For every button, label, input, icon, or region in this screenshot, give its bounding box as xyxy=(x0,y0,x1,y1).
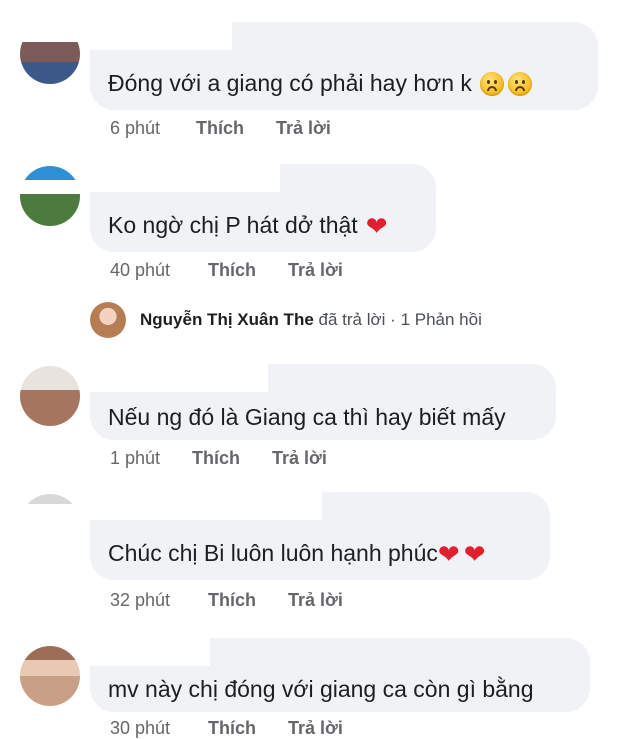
avatar xyxy=(90,302,126,338)
reply-button[interactable]: Trả lời xyxy=(272,448,327,469)
like-button[interactable]: Thích xyxy=(208,590,256,611)
comment-text: Ko ngờ chị P hát dở thật ❤ xyxy=(108,210,388,241)
heart-icon: ❤ xyxy=(437,538,460,569)
hidden-name-mask xyxy=(90,164,280,192)
avatar[interactable] xyxy=(20,24,80,84)
hidden-name-mask xyxy=(90,492,322,520)
comment-bubble[interactable]: Nếu ng đó là Giang ca thì hay biết mấy xyxy=(90,364,556,440)
like-button[interactable]: Thích xyxy=(196,118,244,139)
timestamp[interactable]: 32 phút xyxy=(110,590,170,611)
timestamp[interactable]: 6 phút xyxy=(110,118,160,139)
like-button[interactable]: Thích xyxy=(208,260,256,281)
comment-text: Chúc chị Bi luôn luôn hạnh phúc ❤ ❤ xyxy=(108,538,486,569)
comment-bubble[interactable]: mv này chị đóng với giang ca còn gì bằng xyxy=(90,638,590,712)
comment-bubble[interactable]: Đóng với a giang có phải hay hơn k xyxy=(90,22,598,110)
hidden-name-mask xyxy=(90,638,210,666)
heart-icon: ❤ xyxy=(463,538,486,569)
comment-bubble[interactable]: Chúc chị Bi luôn luôn hạnh phúc ❤ ❤ xyxy=(90,492,550,580)
reply-count: 1 Phản hồi xyxy=(400,310,482,329)
sad-face-icon xyxy=(507,71,532,96)
comment-text: mv này chị đóng với giang ca còn gì bằng xyxy=(108,676,534,702)
heart-icon: ❤ xyxy=(365,210,388,241)
avatar[interactable] xyxy=(20,646,80,706)
reply-button[interactable]: Trả lời xyxy=(276,118,331,139)
hidden-name-mask xyxy=(90,22,232,50)
reply-button[interactable]: Trả lời xyxy=(288,590,343,611)
reply-summary[interactable]: Nguyễn Thị Xuân The đã trả lời · 1 Phản … xyxy=(140,310,482,330)
comment-text: Đóng với a giang có phải hay hơn k xyxy=(108,70,532,97)
avatar[interactable] xyxy=(20,494,80,554)
comment-bubble[interactable]: Ko ngờ chị P hát dở thật ❤ xyxy=(90,164,436,252)
avatar[interactable] xyxy=(20,166,80,226)
like-button[interactable]: Thích xyxy=(192,448,240,469)
separator: · xyxy=(390,310,396,329)
sad-face-icon xyxy=(479,71,504,96)
reply-action: đã trả lời xyxy=(318,310,386,329)
avatar[interactable] xyxy=(20,366,80,426)
replies-link[interactable]: Nguyễn Thị Xuân The đã trả lời · 1 Phản … xyxy=(90,300,482,340)
comment-text: Nếu ng đó là Giang ca thì hay biết mấy xyxy=(108,404,506,430)
hidden-name-mask xyxy=(90,364,268,392)
timestamp[interactable]: 1 phút xyxy=(110,448,160,469)
replier-name: Nguyễn Thị Xuân The xyxy=(140,310,314,329)
timestamp[interactable]: 40 phút xyxy=(110,260,170,281)
reply-button[interactable]: Trả lời xyxy=(288,260,343,281)
